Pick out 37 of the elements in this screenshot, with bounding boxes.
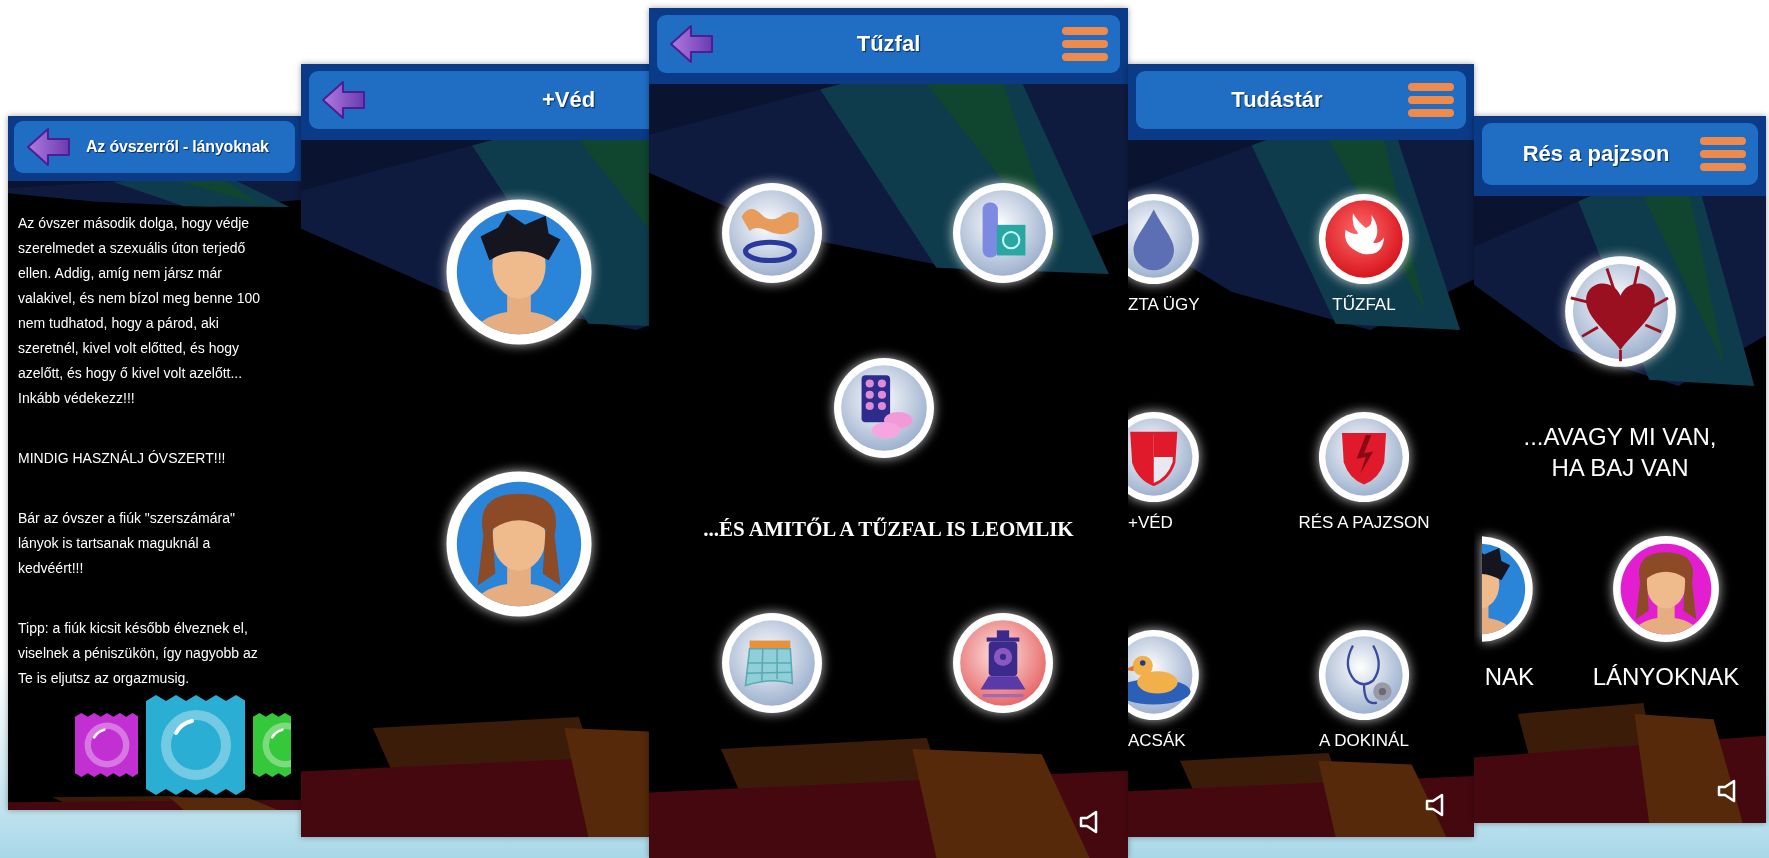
person-avatar-icon[interactable] xyxy=(1612,535,1720,643)
paragraph: Tipp: a fiúk kicsit később élveznek el, viselnek a péniszükön, így nagyobb az Te is eljutsz az orgazmusig. xyxy=(18,619,259,688)
back-icon[interactable] xyxy=(321,80,367,120)
caption-text: ...ÉS AMITŐL A TŰZFAL IS LEOMLIK xyxy=(702,517,1075,542)
person-avatar-icon[interactable] xyxy=(444,198,593,346)
ring-icon[interactable] xyxy=(721,182,823,284)
condom-icon[interactable] xyxy=(952,182,1054,284)
flame-icon xyxy=(1318,193,1410,285)
paragraph: Az óvszer második dolga, hogy védje szerelmedet a szexuális úton terjedő ellen. Addig, amíg nem jársz már valakivel, és nem bízol meg benne 100 nem tudhatod, hogy a párod, aki szeretnél, kivel volt előtted, és hogy azelőtt, és hogy ő kivel volt azelőtt... Inkább védekezz!!! xyxy=(18,214,262,408)
screen-title: Az óvszerről - lányoknak xyxy=(86,138,270,156)
screen-title: Rés a pajzson xyxy=(1521,141,1671,167)
menu-item[interactable]: +VÉD xyxy=(1128,411,1208,533)
menu-item[interactable]: A DOKINÁL xyxy=(1208,629,1474,751)
calendar-icon[interactable] xyxy=(721,612,823,714)
paragraph: Bár az óvszer a fiúk "szerszámára" lányok is tartsanak maguknál a kedvéért!!! xyxy=(18,509,236,578)
back-icon[interactable] xyxy=(26,127,72,167)
person-avatar-icon[interactable] xyxy=(444,470,593,618)
back-icon[interactable] xyxy=(669,24,715,64)
screen-title: +Véd xyxy=(540,87,597,113)
menu-item[interactable]: ACSÁK xyxy=(1128,629,1208,751)
menu-item[interactable]: NAK xyxy=(1474,535,1544,691)
screen-title: Tudástár xyxy=(1230,87,1324,113)
person-avatar-icon[interactable] xyxy=(1482,535,1534,643)
menu-item[interactable]: TŰZFAL xyxy=(1208,193,1474,315)
drop-icon xyxy=(1128,193,1200,285)
menu-item[interactable]: RÉS A PAJZSON xyxy=(1208,411,1474,533)
paragraph: MINDIG HASZNÁLJ ÓVSZERT!!! xyxy=(18,449,227,468)
duck-icon xyxy=(1128,629,1200,721)
stethoscope-icon xyxy=(1318,629,1410,721)
train-icon[interactable] xyxy=(952,612,1054,714)
screen-title: Tűzfal xyxy=(855,31,922,57)
menu-item[interactable]: LÁNYOKNAK xyxy=(1544,535,1766,691)
menu-item[interactable]: ZTA ÜGY xyxy=(1128,193,1208,315)
shield-bolt-icon xyxy=(1318,411,1410,503)
caption-text: ...AVAGY MI VAN, HA BAJ VAN xyxy=(1522,422,1718,483)
shield-icon xyxy=(1128,411,1200,503)
pill-pack-icon[interactable] xyxy=(833,357,935,459)
